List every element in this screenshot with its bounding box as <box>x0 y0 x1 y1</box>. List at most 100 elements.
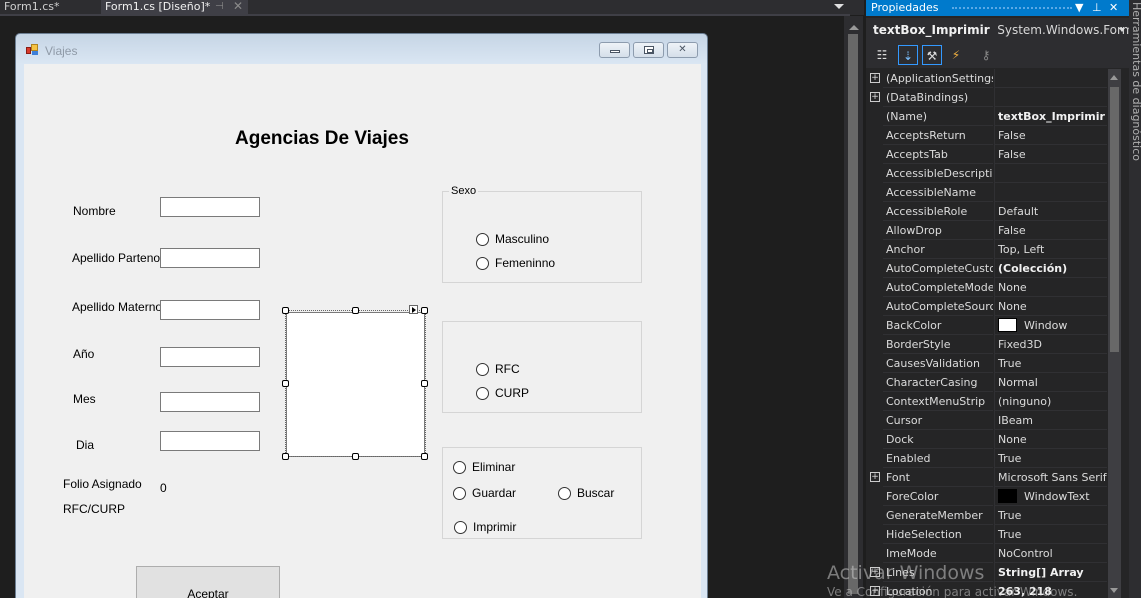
resize-handle-bottom-right[interactable] <box>421 453 428 460</box>
property-row[interactable]: + (ApplicationSettings) <box>866 69 1107 88</box>
property-row[interactable]: +FontMicrosoft Sans Serif, 8.25pt <box>866 468 1107 487</box>
drag-grip[interactable] <box>952 7 1072 10</box>
apellido-paterno-input[interactable] <box>161 249 259 267</box>
resize-handle-top[interactable] <box>352 307 359 314</box>
nombre-input[interactable] <box>161 198 259 216</box>
diagnostic-tools-side-tab[interactable]: Herramientas de diagnóstico <box>1129 0 1141 598</box>
property-row[interactable]: Cursor IBeam <box>866 411 1107 430</box>
scroll-up-icon[interactable] <box>1110 75 1118 80</box>
masculino-radio[interactable]: Masculino <box>476 232 549 246</box>
property-value[interactable]: IBeam <box>994 411 1107 430</box>
property-value[interactable]: True <box>994 506 1107 525</box>
property-value[interactable]: None <box>994 297 1107 316</box>
scrollbar-thumb[interactable] <box>1110 87 1119 352</box>
pin-icon[interactable]: ⊥ <box>1092 0 1102 15</box>
object-selector-dropdown[interactable]: textBox_Imprimir System.Windows.Forms.Te… <box>866 18 1129 42</box>
property-value[interactable]: Fixed3D <box>994 335 1107 354</box>
eliminar-radio[interactable]: Eliminar <box>453 460 515 474</box>
property-row[interactable]: HideSelection True <box>866 525 1107 544</box>
maximize-button[interactable] <box>633 42 664 58</box>
expand-icon[interactable]: + <box>870 73 880 83</box>
property-row[interactable]: ImeMode NoControl <box>866 544 1107 563</box>
designer-vertical-scrollbar[interactable] <box>844 16 863 598</box>
resize-handle-bottom[interactable] <box>352 453 359 460</box>
property-value[interactable]: String[] Array <box>994 563 1107 582</box>
property-row[interactable]: Dock None <box>866 430 1107 449</box>
property-row[interactable]: AcceptsReturn False <box>866 126 1107 145</box>
property-row[interactable]: + Lines String[] Array <box>866 563 1107 582</box>
property-row[interactable]: BackColor Window <box>866 316 1107 335</box>
scroll-down-icon[interactable] <box>1110 588 1118 593</box>
property-row[interactable]: CausesValidation True <box>866 354 1107 373</box>
guardar-radio[interactable]: Guardar <box>453 486 516 500</box>
apellido-materno-input[interactable] <box>161 301 259 319</box>
property-value[interactable]: (Colección) <box>994 259 1107 278</box>
property-row[interactable]: + Location 263, 218 <box>866 582 1107 598</box>
categorized-icon[interactable]: ☷ <box>872 45 892 65</box>
resize-handle-left[interactable] <box>282 380 289 387</box>
curp-radio[interactable]: CURP <box>476 386 529 400</box>
property-value[interactable]: 263, 218 <box>994 582 1107 598</box>
smart-tag-arrow-icon[interactable] <box>409 305 418 314</box>
mes-field[interactable] <box>160 392 260 412</box>
tab-form1-design[interactable]: Form1.cs [Diseño]* ⊣ ✕ <box>101 0 248 15</box>
property-row[interactable]: AccessibleName <box>866 183 1107 202</box>
property-row[interactable]: AutoCompleteMode None <box>866 278 1107 297</box>
resize-handle-bottom-left[interactable] <box>282 453 289 460</box>
events-icon[interactable]: ⚡ <box>946 45 966 65</box>
property-row[interactable]: AcceptsTab False <box>866 145 1107 164</box>
property-row[interactable]: AccessibleDescription <box>866 164 1107 183</box>
aceptar-button[interactable]: Aceptar <box>136 566 280 598</box>
property-value[interactable] <box>994 183 1107 202</box>
property-value[interactable]: Microsoft Sans Serif, 8.25pt <box>994 468 1107 487</box>
rfc-radio[interactable]: RFC <box>476 362 520 376</box>
scrollbar-thumb[interactable] <box>848 34 858 594</box>
close-icon[interactable]: ✕ <box>233 0 243 13</box>
property-row[interactable]: BorderStyle Fixed3D <box>866 335 1107 354</box>
mes-input[interactable] <box>161 393 259 411</box>
pin-icon[interactable]: ⊣ <box>215 0 224 14</box>
property-row[interactable]: (Name) textBox_Imprimir <box>866 107 1107 126</box>
property-value[interactable]: Window <box>994 316 1107 335</box>
property-row[interactable]: + (DataBindings) <box>866 88 1107 107</box>
window-menu-icon[interactable]: ▼ <box>1075 0 1083 15</box>
tab-overflow-dropdown-icon[interactable] <box>834 4 844 9</box>
femenino-radio[interactable]: Femeninno <box>476 256 555 270</box>
property-value[interactable]: None <box>994 278 1107 297</box>
property-value[interactable] <box>994 88 1107 107</box>
property-value[interactable]: Top, Left <box>994 240 1107 259</box>
apellido-paterno-field[interactable] <box>160 248 260 268</box>
property-row[interactable]: Anchor Top, Left <box>866 240 1107 259</box>
property-value[interactable]: Normal <box>994 373 1107 392</box>
resize-handle-top-left[interactable] <box>282 307 289 314</box>
property-row[interactable]: AccessibleRole Default <box>866 202 1107 221</box>
property-pages-icon[interactable]: ⚷ <box>976 45 996 65</box>
alphabetical-icon[interactable]: ⇣ <box>898 45 918 65</box>
properties-icon[interactable]: ⚒ <box>922 45 942 65</box>
property-value[interactable]: WindowText <box>994 487 1107 506</box>
expand-icon[interactable]: + <box>870 586 880 596</box>
property-row[interactable]: ForeColor WindowText <box>866 487 1107 506</box>
property-row[interactable]: AllowDrop False <box>866 221 1107 240</box>
property-value[interactable]: True <box>994 354 1107 373</box>
property-value[interactable] <box>994 69 1107 88</box>
imprimir-radio[interactable]: Imprimir <box>454 520 516 534</box>
property-value[interactable]: False <box>994 126 1107 145</box>
minimize-button[interactable] <box>599 42 630 58</box>
expand-icon[interactable]: + <box>870 92 880 102</box>
property-value[interactable]: textBox_Imprimir <box>994 107 1107 126</box>
buscar-radio[interactable]: Buscar <box>558 486 614 500</box>
property-row[interactable]: CharacterCasing Normal <box>866 373 1107 392</box>
property-row[interactable]: Enabled True <box>866 449 1107 468</box>
anio-field[interactable] <box>160 347 260 367</box>
apellido-materno-field[interactable] <box>160 300 260 320</box>
anio-input[interactable] <box>161 348 259 366</box>
resize-handle-right[interactable] <box>421 380 428 387</box>
close-icon[interactable]: ✕ <box>1109 0 1118 15</box>
property-row[interactable]: AutoCompleteSource None <box>866 297 1107 316</box>
property-value[interactable] <box>994 164 1107 183</box>
dia-field[interactable] <box>160 431 260 451</box>
property-grid-scrollbar[interactable] <box>1108 69 1121 598</box>
property-value[interactable]: Default <box>994 202 1107 221</box>
property-value[interactable]: False <box>994 145 1107 164</box>
